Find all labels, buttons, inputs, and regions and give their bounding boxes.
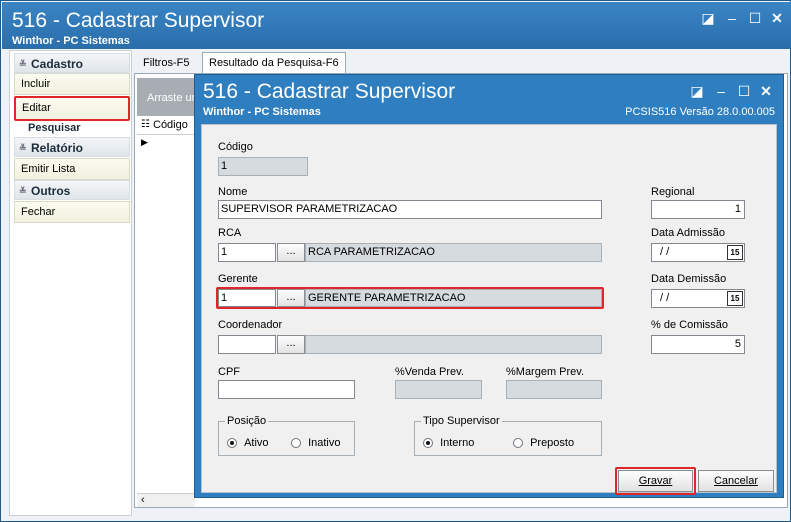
sidebar-item-incluir[interactable]: Incluir [14,73,130,95]
tab-filtros[interactable]: Filtros-F5 [136,52,196,72]
chevron-up-icon: ≚ [19,59,27,69]
gravar-label: Gravar [638,475,673,487]
close-icon[interactable]: ✕ [756,81,776,101]
sidebar-item-editar[interactable]: Editar [14,96,130,121]
cancelar-button[interactable]: Cancelar [698,470,774,492]
dialog-title: 516 - Cadastrar Supervisor [203,80,456,103]
radio-inativo-label: Inativo [308,437,341,450]
data-demissao-value: / / [660,292,670,304]
cadastrar-supervisor-dialog: 516 - Cadastrar Supervisor Winthor - PC … [194,74,784,498]
radio-inativo[interactable]: Inativo [291,437,340,449]
posicao-legend: Posição [225,415,269,427]
sidebar-group-label: Outros [31,184,71,198]
close-icon[interactable]: ✕ [767,8,787,28]
sidebar: ≚ Cadastro Incluir Editar Pesquisar ≚ Re… [9,50,132,516]
coordenador-code-field[interactable] [218,335,276,354]
gerente-code-field[interactable]: 1 [218,289,276,307]
dialog-version: PCSIS516 Versão 28.0.00.005 [625,106,775,118]
nome-label: Nome [218,186,248,198]
calendar-icon[interactable]: 15 [727,245,743,260]
sidebar-group-relatorio[interactable]: ≚ Relatório [14,137,130,157]
regional-field[interactable]: 1 [651,200,745,219]
main-window-title: 516 - Cadastrar Supervisor [12,9,265,32]
gerente-search-button[interactable]: ... [277,289,305,307]
rca-code-field[interactable]: 1 [218,243,276,262]
comissao-label: % de Comissão [651,319,729,331]
codigo-label: Código [218,141,253,153]
tipo-supervisor-legend: Tipo Supervisor [421,415,502,427]
main-title-bar: 516 - Cadastrar Supervisor Winthor - PC … [2,2,791,49]
radio-preposto-label: Preposto [530,437,575,450]
radio-on-icon [227,438,237,449]
sidebar-group-cadastro[interactable]: ≚ Cadastro [14,53,130,73]
margem-prev-field [506,380,602,399]
cpf-label: CPF [218,366,240,378]
radio-interno-label: Interno [440,437,475,450]
sidebar-item-emitir-lista[interactable]: Emitir Lista [14,158,130,180]
row-pointer-icon: ▶ [141,137,148,147]
data-demissao-label: Data Demissão [651,273,727,285]
dialog-body: Código 1 Nome SUPERVISOR PARAMETRIZACAO … [201,124,777,495]
venda-prev-label: %Venda Prev. [395,366,464,378]
radio-off-icon [513,438,523,449]
scroll-left-icon[interactable]: ‹ [141,494,145,506]
gerente-label: Gerente [218,273,258,285]
data-admissao-value: / / [660,246,670,258]
radio-ativo[interactable]: Ativo [227,437,269,449]
rca-label: RCA [218,227,242,239]
tipo-supervisor-group: Tipo Supervisor Interno Preposto [414,415,602,456]
venda-prev-field [395,380,482,399]
main-window-subtitle: Winthor - PC Sistemas [12,35,130,47]
margem-prev-label: %Margem Prev. [506,366,585,378]
dialog-subtitle: Winthor - PC Sistemas [203,106,321,118]
maximize-icon[interactable]: ☐ [734,81,754,101]
radio-ativo-label: Ativo [244,437,269,450]
radio-preposto[interactable]: Preposto [513,437,574,449]
cancelar-label: Cancelar [713,475,759,487]
nome-field[interactable]: SUPERVISOR PARAMETRIZACAO [218,200,602,219]
rca-name-field: RCA PARAMETRIZACAO [305,243,602,262]
coordenador-search-button[interactable]: ... [277,335,305,354]
gerente-name-field: GERENTE PARAMETRIZACAO [305,289,602,307]
chevron-up-icon: ≚ [19,143,27,153]
maximize-icon[interactable]: ☐ [745,8,765,28]
chevron-up-icon: ≚ [19,186,27,196]
radio-off-icon [291,438,301,449]
radio-on-icon [423,438,433,449]
radio-interno[interactable]: Interno [423,437,474,449]
regional-label: Regional [651,186,695,198]
codigo-field: 1 [218,157,308,176]
sidebar-group-label: Cadastro [31,57,84,71]
grid-columns-icon[interactable]: ☷ [141,119,150,130]
rca-search-button[interactable]: ... [277,243,305,262]
restore-icon[interactable]: ◪ [687,81,707,101]
calendar-icon[interactable]: 15 [727,291,743,306]
cpf-field[interactable] [218,380,355,399]
posicao-group: Posição Ativo Inativo [218,415,355,456]
horizontal-scrollbar[interactable]: ‹ [137,493,195,507]
minimize-icon[interactable]: – [722,8,742,28]
tab-resultado-pesquisa[interactable]: Resultado da Pesquisa-F6 [202,52,346,74]
grid-header: ☷ Código [137,117,195,135]
data-admissao-label: Data Admissão [651,227,725,239]
restore-icon[interactable]: ◪ [698,8,718,28]
minimize-icon[interactable]: – [711,81,731,101]
coordenador-name-field [305,335,602,354]
comissao-field[interactable]: 5 [651,335,745,354]
sidebar-item-fechar[interactable]: Fechar [14,201,130,223]
sidebar-item-pesquisar[interactable]: Pesquisar [28,122,81,134]
grid-column-codigo[interactable]: Código [153,119,188,131]
sidebar-group-outros[interactable]: ≚ Outros [14,180,130,200]
gravar-button[interactable]: Gravar [618,470,693,492]
sidebar-group-label: Relatório [31,141,84,155]
coordenador-label: Coordenador [218,319,283,331]
